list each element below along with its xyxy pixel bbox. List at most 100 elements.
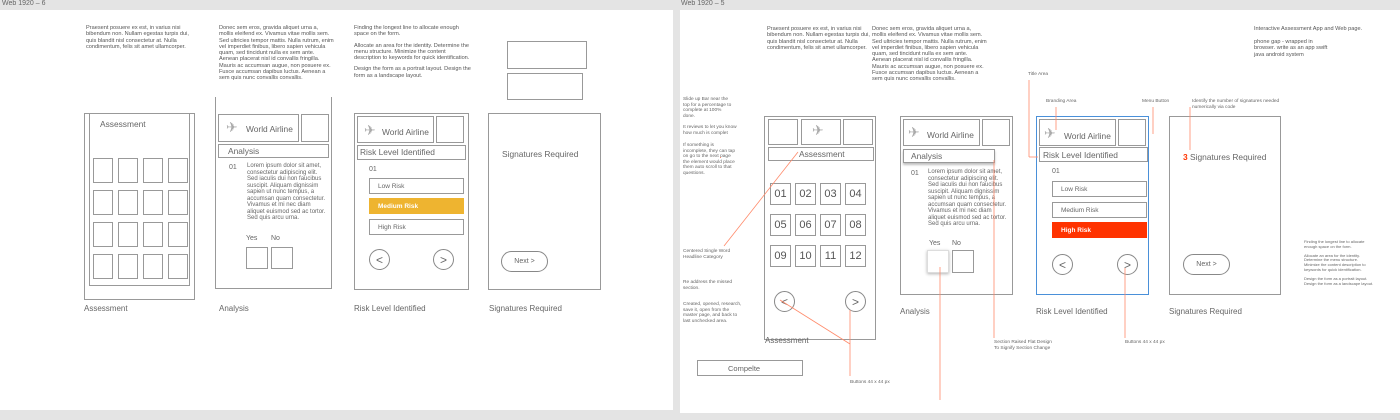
- lorem-note-2: Donec sem eros, gravida aliquet urna a, …: [219, 25, 334, 82]
- question-number-02[interactable]: 02: [795, 183, 816, 205]
- assessment-header: Assessment: [799, 149, 845, 159]
- next-button[interactable]: >: [433, 249, 454, 270]
- yes-label: Yes: [246, 235, 258, 242]
- question-number-11[interactable]: 11: [820, 245, 841, 267]
- question-square[interactable]: [143, 222, 163, 247]
- question-square[interactable]: [118, 158, 138, 183]
- question-square[interactable]: [93, 158, 113, 183]
- question-square[interactable]: [93, 190, 113, 215]
- signatures-caption: Signatures Required: [489, 304, 562, 313]
- signatures-title-text: Signatures Required: [1190, 152, 1267, 162]
- question-text: Lorem ipsum dolor sit amet, consectetur …: [247, 163, 326, 221]
- medium-risk-button[interactable]: Medium Risk: [369, 198, 464, 214]
- yes-checkbox[interactable]: [927, 250, 949, 273]
- low-risk-button[interactable]: Low Risk: [369, 178, 464, 194]
- question-number-12[interactable]: 12: [845, 245, 866, 267]
- section-title: Risk Level Identified: [360, 147, 435, 157]
- annotation-line: [720, 157, 721, 158]
- menu-button[interactable]: [1118, 119, 1146, 146]
- airplane-logo-icon: ✈: [1044, 125, 1056, 141]
- question-square[interactable]: [143, 190, 163, 215]
- question-number-09[interactable]: 09: [770, 245, 791, 267]
- section-title: Analysis: [228, 146, 260, 156]
- question-number-04[interactable]: 04: [845, 183, 866, 205]
- brand-name: World Airline: [927, 130, 974, 140]
- next-button[interactable]: >: [845, 291, 866, 312]
- analysis-screen: ✈ World Airline Analysis 01 Lorem ipsum …: [215, 97, 332, 289]
- created-annotation: Created, opened, research, save it, open…: [683, 302, 742, 324]
- question-text: Lorem ipsum dolor sit amet, consectetur …: [928, 169, 1007, 227]
- question-number: 01: [1052, 168, 1060, 175]
- analysis-caption: Analysis: [219, 304, 249, 313]
- menu-button[interactable]: [982, 119, 1010, 146]
- question-square[interactable]: [118, 254, 138, 279]
- risk-caption: Risk Level Identified: [1036, 307, 1108, 316]
- question-number-03[interactable]: 03: [820, 183, 841, 205]
- design-notes: Finding the longest line to allocate eno…: [354, 25, 471, 79]
- placeholder-box-2: [507, 73, 583, 100]
- review-annotation: It reviews to let you know how much is c…: [683, 125, 737, 136]
- airplane-logo-icon: ✈: [812, 122, 824, 138]
- assessment-screen: Assessment: [84, 113, 195, 300]
- incomplete-annotation: If something is incomplete, they can tap…: [683, 143, 735, 176]
- section-title: Analysis: [911, 151, 943, 161]
- question-square[interactable]: [143, 158, 163, 183]
- question-number-05[interactable]: 05: [770, 214, 791, 236]
- question-number: 01: [229, 164, 237, 171]
- menu-button[interactable]: [301, 114, 329, 142]
- signatures-annotation: Identify the number of signatures needed…: [1192, 99, 1280, 110]
- signature-count: 3: [1183, 152, 1188, 162]
- question-number-10[interactable]: 10: [795, 245, 816, 267]
- risk-screen: ✈ World Airline Risk Level Identified 01…: [1036, 116, 1149, 295]
- next-button[interactable]: Next >: [501, 251, 548, 272]
- high-risk-button[interactable]: High Risk: [369, 219, 464, 235]
- menu-button[interactable]: [843, 119, 873, 145]
- question-square[interactable]: [93, 254, 113, 279]
- question-square[interactable]: [168, 254, 188, 279]
- question-number-08[interactable]: 08: [845, 214, 866, 236]
- question-number: 01: [911, 170, 919, 177]
- no-checkbox[interactable]: [952, 250, 974, 273]
- question-square[interactable]: [143, 254, 163, 279]
- menu-button-label: Menu Button: [1142, 99, 1170, 104]
- medium-risk-button[interactable]: Medium Risk: [1052, 202, 1147, 218]
- next-button[interactable]: >: [1117, 254, 1138, 275]
- airplane-logo-icon: ✈: [226, 119, 238, 135]
- high-risk-button[interactable]: High Risk: [1052, 222, 1147, 238]
- buttons-size-annotation-2: Buttons 44 x 44 px: [1125, 340, 1165, 345]
- complete-button[interactable]: Compelte: [697, 360, 803, 376]
- question-number-01[interactable]: 01: [770, 183, 791, 205]
- lorem-note-2: Donec sem eros, gravida aliquet urna a, …: [872, 26, 987, 83]
- signatures-screen: Signatures Required Next >: [488, 113, 601, 290]
- buttons-size-annotation: Buttons 44 x 44 px: [850, 380, 890, 385]
- risk-screen: ✈ World Airline Risk Level Identified 01…: [354, 113, 469, 290]
- menu-button[interactable]: [436, 116, 464, 143]
- next-button[interactable]: Next >: [1183, 254, 1230, 275]
- question-square[interactable]: [118, 222, 138, 247]
- prev-button[interactable]: <: [1052, 254, 1073, 275]
- question-number-07[interactable]: 07: [820, 214, 841, 236]
- question-number-06[interactable]: 06: [795, 214, 816, 236]
- project-note: Interactive Assessment App and Web page.: [1254, 26, 1363, 32]
- airplane-logo-icon: ✈: [908, 124, 920, 140]
- question-square[interactable]: [168, 190, 188, 215]
- no-label: No: [271, 235, 280, 242]
- assessment-screen: ✈ Assessment 01 02 03 04 05 06 07 08 09 10 11 12 < …: [764, 116, 876, 340]
- question-square[interactable]: [168, 158, 188, 183]
- signatures-title: 3 Signatures Required: [1183, 152, 1266, 162]
- question-number: 01: [369, 166, 377, 173]
- question-square[interactable]: [168, 222, 188, 247]
- signatures-title: Signatures Required: [502, 149, 579, 159]
- airplane-logo-icon: ✈: [364, 122, 376, 138]
- artboard-web-1920-5: Praesent posuere ex est, in varius nisi …: [680, 10, 1400, 413]
- section-raised-annotation: Section Raised Flat Design To Signify Se…: [994, 340, 1052, 351]
- yes-checkbox[interactable]: [246, 247, 268, 269]
- prev-button[interactable]: <: [774, 291, 795, 312]
- prev-button[interactable]: <: [369, 249, 390, 270]
- question-square[interactable]: [93, 222, 113, 247]
- question-square[interactable]: [118, 190, 138, 215]
- brand-name: World Airline: [1064, 131, 1111, 141]
- no-checkbox[interactable]: [271, 247, 293, 269]
- low-risk-button[interactable]: Low Risk: [1052, 181, 1147, 197]
- lorem-note-1: Praesent posuere ex est, in varius nisi …: [767, 26, 870, 51]
